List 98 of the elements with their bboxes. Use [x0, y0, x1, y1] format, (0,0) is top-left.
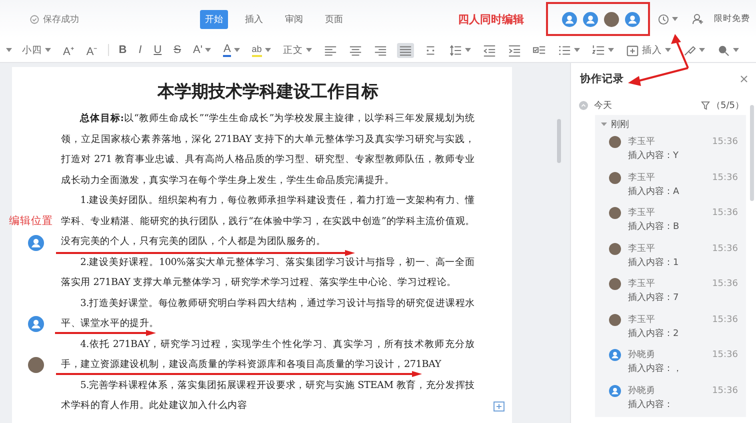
numbered-list-button[interactable] — [590, 42, 616, 58]
avatar-icon — [609, 384, 621, 396]
record-content: 插入内容：1 — [628, 256, 680, 270]
scrollbar[interactable] — [750, 105, 754, 201]
format-button[interactable]: U — [152, 43, 164, 57]
record-content: 插入内容：2 — [628, 328, 680, 340]
format-button[interactable]: Aʹ — [191, 43, 214, 57]
avatar-photo — [609, 242, 621, 254]
ribbon-tab[interactable]: 插入 — [240, 10, 268, 28]
panel-title: 协作记录 — [580, 72, 624, 86]
annotation-label: 四人同时编辑 — [458, 12, 524, 26]
caret-icon — [306, 48, 312, 52]
align-center-icon — [348, 44, 362, 56]
document-paragraph: 4.依托 271BAY，研究学习过程，实现学生个性化学习、真实学习，所有技术教师充分放手，建立资源建设机制，建设高质量的学科资源库和各项目高质量的学习设计，271BAY — [61, 338, 475, 370]
justify-button[interactable] — [396, 42, 414, 58]
format-button[interactable]: A⁺ — [61, 42, 76, 58]
align-right-icon — [374, 44, 387, 56]
line-spacing-icon — [448, 44, 462, 56]
insert-button[interactable]: 插入 — [624, 42, 673, 58]
user-name: 李玉平 — [628, 136, 656, 149]
avatar-photo — [609, 207, 621, 219]
indent-increase-icon — [508, 44, 521, 56]
document-paragraph: 1.建设美好团队。组织架构有力，每位教师承担学科建设责任，着力打造一支架构有力、懂学科、专业精湛、能研究的执行团队，践行“在体验中学习，在实践中创造”的学科主流价值观。没有完美的个人，只有完美的团队，个人都是为团队服务的。 — [61, 195, 475, 247]
record-content: 插入内容：Y — [628, 150, 680, 163]
numbered-list-icon — [592, 44, 605, 56]
subgroup-label: 刚刚 — [611, 118, 629, 130]
add-user-icon[interactable] — [692, 13, 704, 25]
avatar-photo — [609, 314, 621, 326]
format-button[interactable]: A — [221, 42, 242, 58]
format-button[interactable]: A⁻ — [84, 42, 100, 58]
record-time: 15:36 — [712, 314, 738, 326]
avatar-photo — [604, 12, 619, 26]
user-name: 李玉平 — [628, 206, 656, 220]
record-content: 插入内容：B — [628, 220, 680, 234]
avatar-icon — [28, 316, 44, 332]
format-button[interactable]: S — [172, 43, 183, 57]
record-content: 插入内容： — [628, 398, 674, 412]
avatar-photo — [28, 357, 44, 373]
format-button[interactable]: ab — [250, 42, 273, 58]
bullet-list-icon — [558, 44, 571, 56]
format-button[interactable]: I — [136, 43, 144, 57]
caret-icon — [6, 48, 12, 52]
user-name: 孙晓勇 — [628, 348, 656, 362]
record-time: 15:36 — [712, 136, 738, 149]
ribbon-tab[interactable]: 页面 — [320, 10, 348, 28]
insert-icon — [626, 44, 639, 56]
user-name: 李玉平 — [628, 278, 656, 291]
record-time: 15:36 — [712, 242, 738, 256]
record-content: 插入内容：A — [628, 186, 680, 198]
save-status: 保存成功 — [43, 14, 79, 26]
check-circle-icon — [30, 14, 39, 24]
scrollbar[interactable] — [557, 119, 561, 163]
user-name: 孙晓勇 — [628, 384, 656, 398]
avatar-icon — [562, 12, 577, 26]
record-time: 15:36 — [712, 278, 738, 291]
indent-decrease-icon — [482, 44, 496, 56]
document-title: 本学期技术学科建设工作目标 — [156, 81, 380, 104]
dropdown[interactable]: 小四 — [20, 42, 53, 58]
avatar-icon — [28, 235, 44, 251]
record-time: 15:36 — [712, 349, 738, 362]
avatar-photo — [609, 172, 621, 184]
avatar-icon — [583, 12, 598, 26]
group-label: 今天 — [594, 100, 612, 112]
justify-icon — [398, 44, 412, 56]
search-icon — [716, 44, 730, 56]
avatar-photo — [609, 278, 621, 290]
align-left-icon — [324, 44, 337, 56]
avatar-photo — [609, 136, 621, 148]
user-name: 李玉平 — [628, 242, 656, 256]
document-paragraph: 5.完善学科课程体系，落实集团拓展课程开设要求，研究与实施 STEAM 教育，充分发挥技术学科的育人作用。此处建议加入什么内容 — [61, 380, 475, 411]
annotation-label: 编辑位置 — [9, 214, 53, 228]
close-icon[interactable] — [740, 75, 748, 83]
record-time: 15:36 — [712, 172, 738, 184]
caret-icon[interactable] — [601, 121, 607, 127]
promo-label[interactable]: 限时免费 — [714, 13, 750, 25]
ribbon-tab[interactable]: 审阅 — [280, 10, 308, 28]
dropdown[interactable]: 正文 — [280, 42, 314, 58]
brush-icon — [682, 44, 696, 56]
record-time: 15:36 — [712, 207, 738, 220]
document-paragraph: 3.打造美好课堂。每位教师研究明白学科四大结构，通过学习设计与指导的研究促进课程水平、课堂水平的提升。 — [61, 298, 475, 329]
avatar-icon — [609, 349, 621, 361]
add-comment-icon[interactable] — [493, 401, 505, 413]
filter-icon[interactable] — [700, 100, 710, 110]
caret-icon — [672, 17, 678, 21]
document-paragraph: 总体目标:以“教师生命成长”“学生生命成长”为学校发展主旋律，以学科三年发展规划为统领，立足国家核心素养落地，深化 271BAY 支持下的大单元整体学习及真实学习研究与实践，打造对 271 教育事业忠诚、具有高尚人格品质的学习型、研究型、专家型教师队伍，教师专业成长动力全面激发，真实学习在每个学生身上发生，学生生命品质完满提升。 — [61, 113, 475, 186]
avatar-icon — [625, 12, 640, 26]
clock-icon[interactable] — [658, 14, 669, 24]
record-content: 插入内容：7 — [628, 292, 680, 305]
caret-icon — [45, 48, 51, 52]
ribbon-tab[interactable]: 开始 — [200, 10, 228, 28]
user-name: 李玉平 — [628, 172, 656, 184]
task-list-icon — [532, 44, 546, 56]
record-content: 插入内容：， — [628, 362, 683, 376]
record-time: 15:36 — [712, 384, 738, 398]
filter-count: （5/5） — [712, 100, 744, 112]
user-name: 李玉平 — [628, 314, 656, 326]
format-button[interactable]: B — [116, 43, 129, 57]
document-paragraph: 2.建设美好课程。100%落实大单元整体学习、落实集团学习设计与指导，初一、高一全面落实用 271BAY 支撑大单元整体学习，研究学术学习过程、落实学生中心论、学习过程论。 — [61, 256, 475, 288]
